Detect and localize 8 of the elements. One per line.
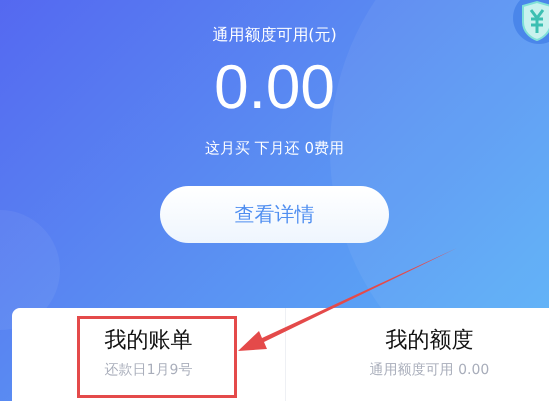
credit-amount: 0.00	[214, 52, 335, 124]
credit-label: 通用额度可用(元)	[212, 24, 337, 46]
summary-tile[interactable]: 我的账单 还款日1月9号	[12, 308, 285, 401]
tile-subtitle: 通用额度可用 0.00	[370, 361, 490, 380]
tile-subtitle: 还款日1月9号	[104, 361, 192, 380]
tile-title[interactable]: 我的额度	[386, 326, 474, 356]
tagline: 这月买 下月还 0费用	[204, 138, 344, 158]
tile-title[interactable]: 我的账单	[104, 326, 192, 356]
